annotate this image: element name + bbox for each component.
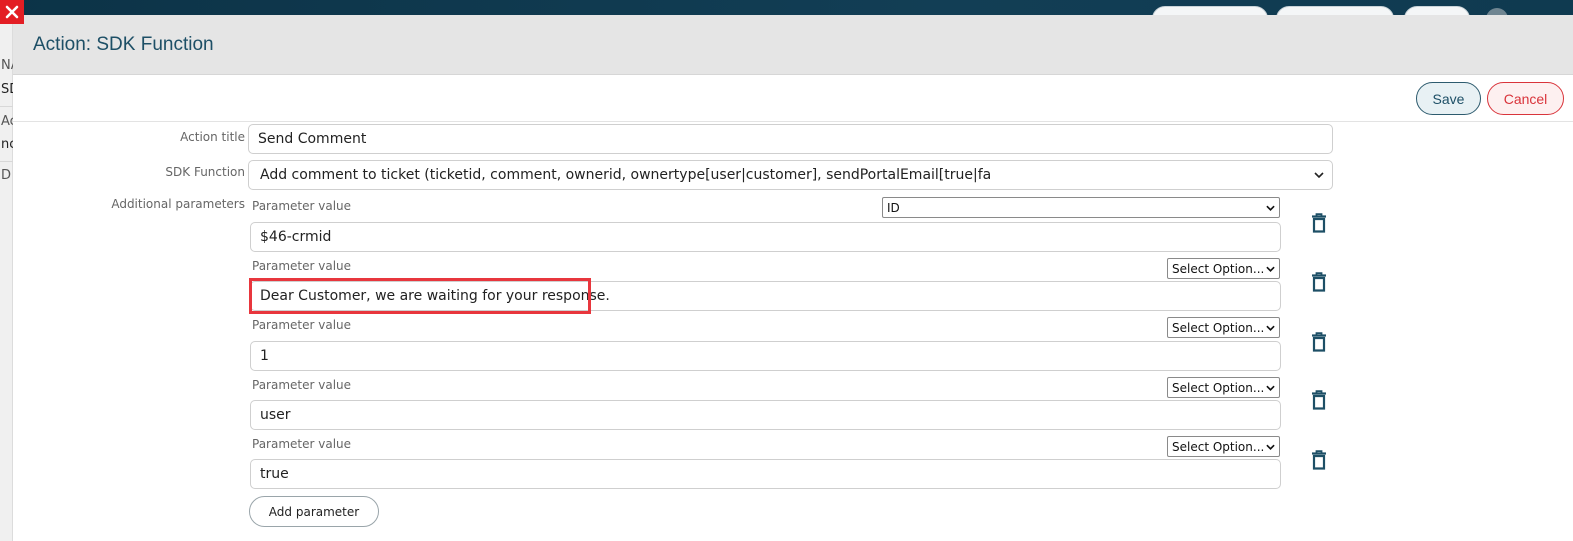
background-text: NA bbox=[1, 58, 13, 73]
trash-icon[interactable] bbox=[1310, 390, 1328, 410]
background-left-panel: NA SD Ac nc D bbox=[0, 22, 13, 541]
sdk-function-selected-value: Add comment to ticket (ticketid, comment… bbox=[260, 167, 992, 183]
parameter-label: Parameter value bbox=[252, 378, 352, 392]
parameter-type-select[interactable]: Select Option... bbox=[1167, 258, 1280, 279]
trash-icon[interactable] bbox=[1310, 213, 1328, 233]
chevron-down-icon bbox=[1314, 172, 1324, 178]
background-text: D bbox=[1, 168, 12, 183]
sdk-function-select[interactable]: Add comment to ticket (ticketid, comment… bbox=[248, 160, 1333, 190]
chevron-down-icon bbox=[1266, 205, 1275, 211]
parameter-value-input[interactable]: user bbox=[250, 400, 1281, 430]
modal-toolbar: Save Cancel bbox=[13, 76, 1573, 122]
parameter-label: Parameter value bbox=[252, 318, 352, 332]
modal-header: Action: SDK Function bbox=[13, 15, 1573, 75]
chevron-down-icon bbox=[1266, 266, 1275, 272]
parameter-type-value: Select Option... bbox=[1172, 261, 1265, 276]
sdk-function-label: SDK Function bbox=[165, 165, 245, 179]
modal-title: Action: SDK Function bbox=[33, 33, 214, 55]
chevron-down-icon bbox=[1266, 385, 1275, 391]
parameter-type-select[interactable]: Select Option... bbox=[1167, 377, 1280, 398]
trash-icon[interactable] bbox=[1310, 272, 1328, 292]
background-text: nc bbox=[1, 137, 13, 152]
close-button[interactable] bbox=[0, 0, 24, 24]
parameter-type-select[interactable]: Select Option... bbox=[1167, 436, 1280, 457]
parameter-label: Parameter value bbox=[252, 259, 352, 273]
add-parameter-button[interactable]: Add parameter bbox=[249, 496, 379, 527]
action-title-input[interactable]: Send Comment bbox=[248, 124, 1333, 154]
background-text: Ac bbox=[1, 114, 13, 129]
parameter-label: Parameter value bbox=[252, 199, 352, 213]
parameter-value-input[interactable]: Dear Customer, we are waiting for your r… bbox=[250, 281, 1281, 311]
action-title-label: Action title bbox=[180, 130, 245, 144]
parameter-type-value: Select Option... bbox=[1172, 439, 1265, 454]
trash-icon[interactable] bbox=[1310, 332, 1328, 352]
close-icon bbox=[5, 5, 19, 19]
cancel-button[interactable]: Cancel bbox=[1487, 82, 1564, 115]
parameter-type-value: Select Option... bbox=[1172, 320, 1265, 335]
background-text: SD bbox=[1, 82, 13, 97]
divider bbox=[0, 161, 13, 162]
parameter-value-input[interactable]: 1 bbox=[250, 341, 1281, 371]
additional-parameters-label: Additional parameters bbox=[111, 197, 245, 211]
trash-icon[interactable] bbox=[1310, 450, 1328, 470]
parameter-label: Parameter value bbox=[252, 437, 352, 451]
chevron-down-icon bbox=[1266, 325, 1275, 331]
parameter-type-select[interactable]: ID bbox=[882, 197, 1280, 218]
divider bbox=[0, 106, 13, 107]
sdk-function-modal: Action: SDK Function Save Cancel Action … bbox=[13, 15, 1573, 541]
chevron-down-icon bbox=[1266, 444, 1275, 450]
parameter-value-input[interactable]: true bbox=[250, 459, 1281, 489]
parameter-type-select[interactable]: Select Option... bbox=[1167, 317, 1280, 338]
parameter-value-input[interactable]: $46-crmid bbox=[250, 222, 1281, 252]
parameter-type-value: Select Option... bbox=[1172, 380, 1265, 395]
save-button[interactable]: Save bbox=[1416, 82, 1481, 115]
parameter-type-value: ID bbox=[887, 200, 900, 215]
